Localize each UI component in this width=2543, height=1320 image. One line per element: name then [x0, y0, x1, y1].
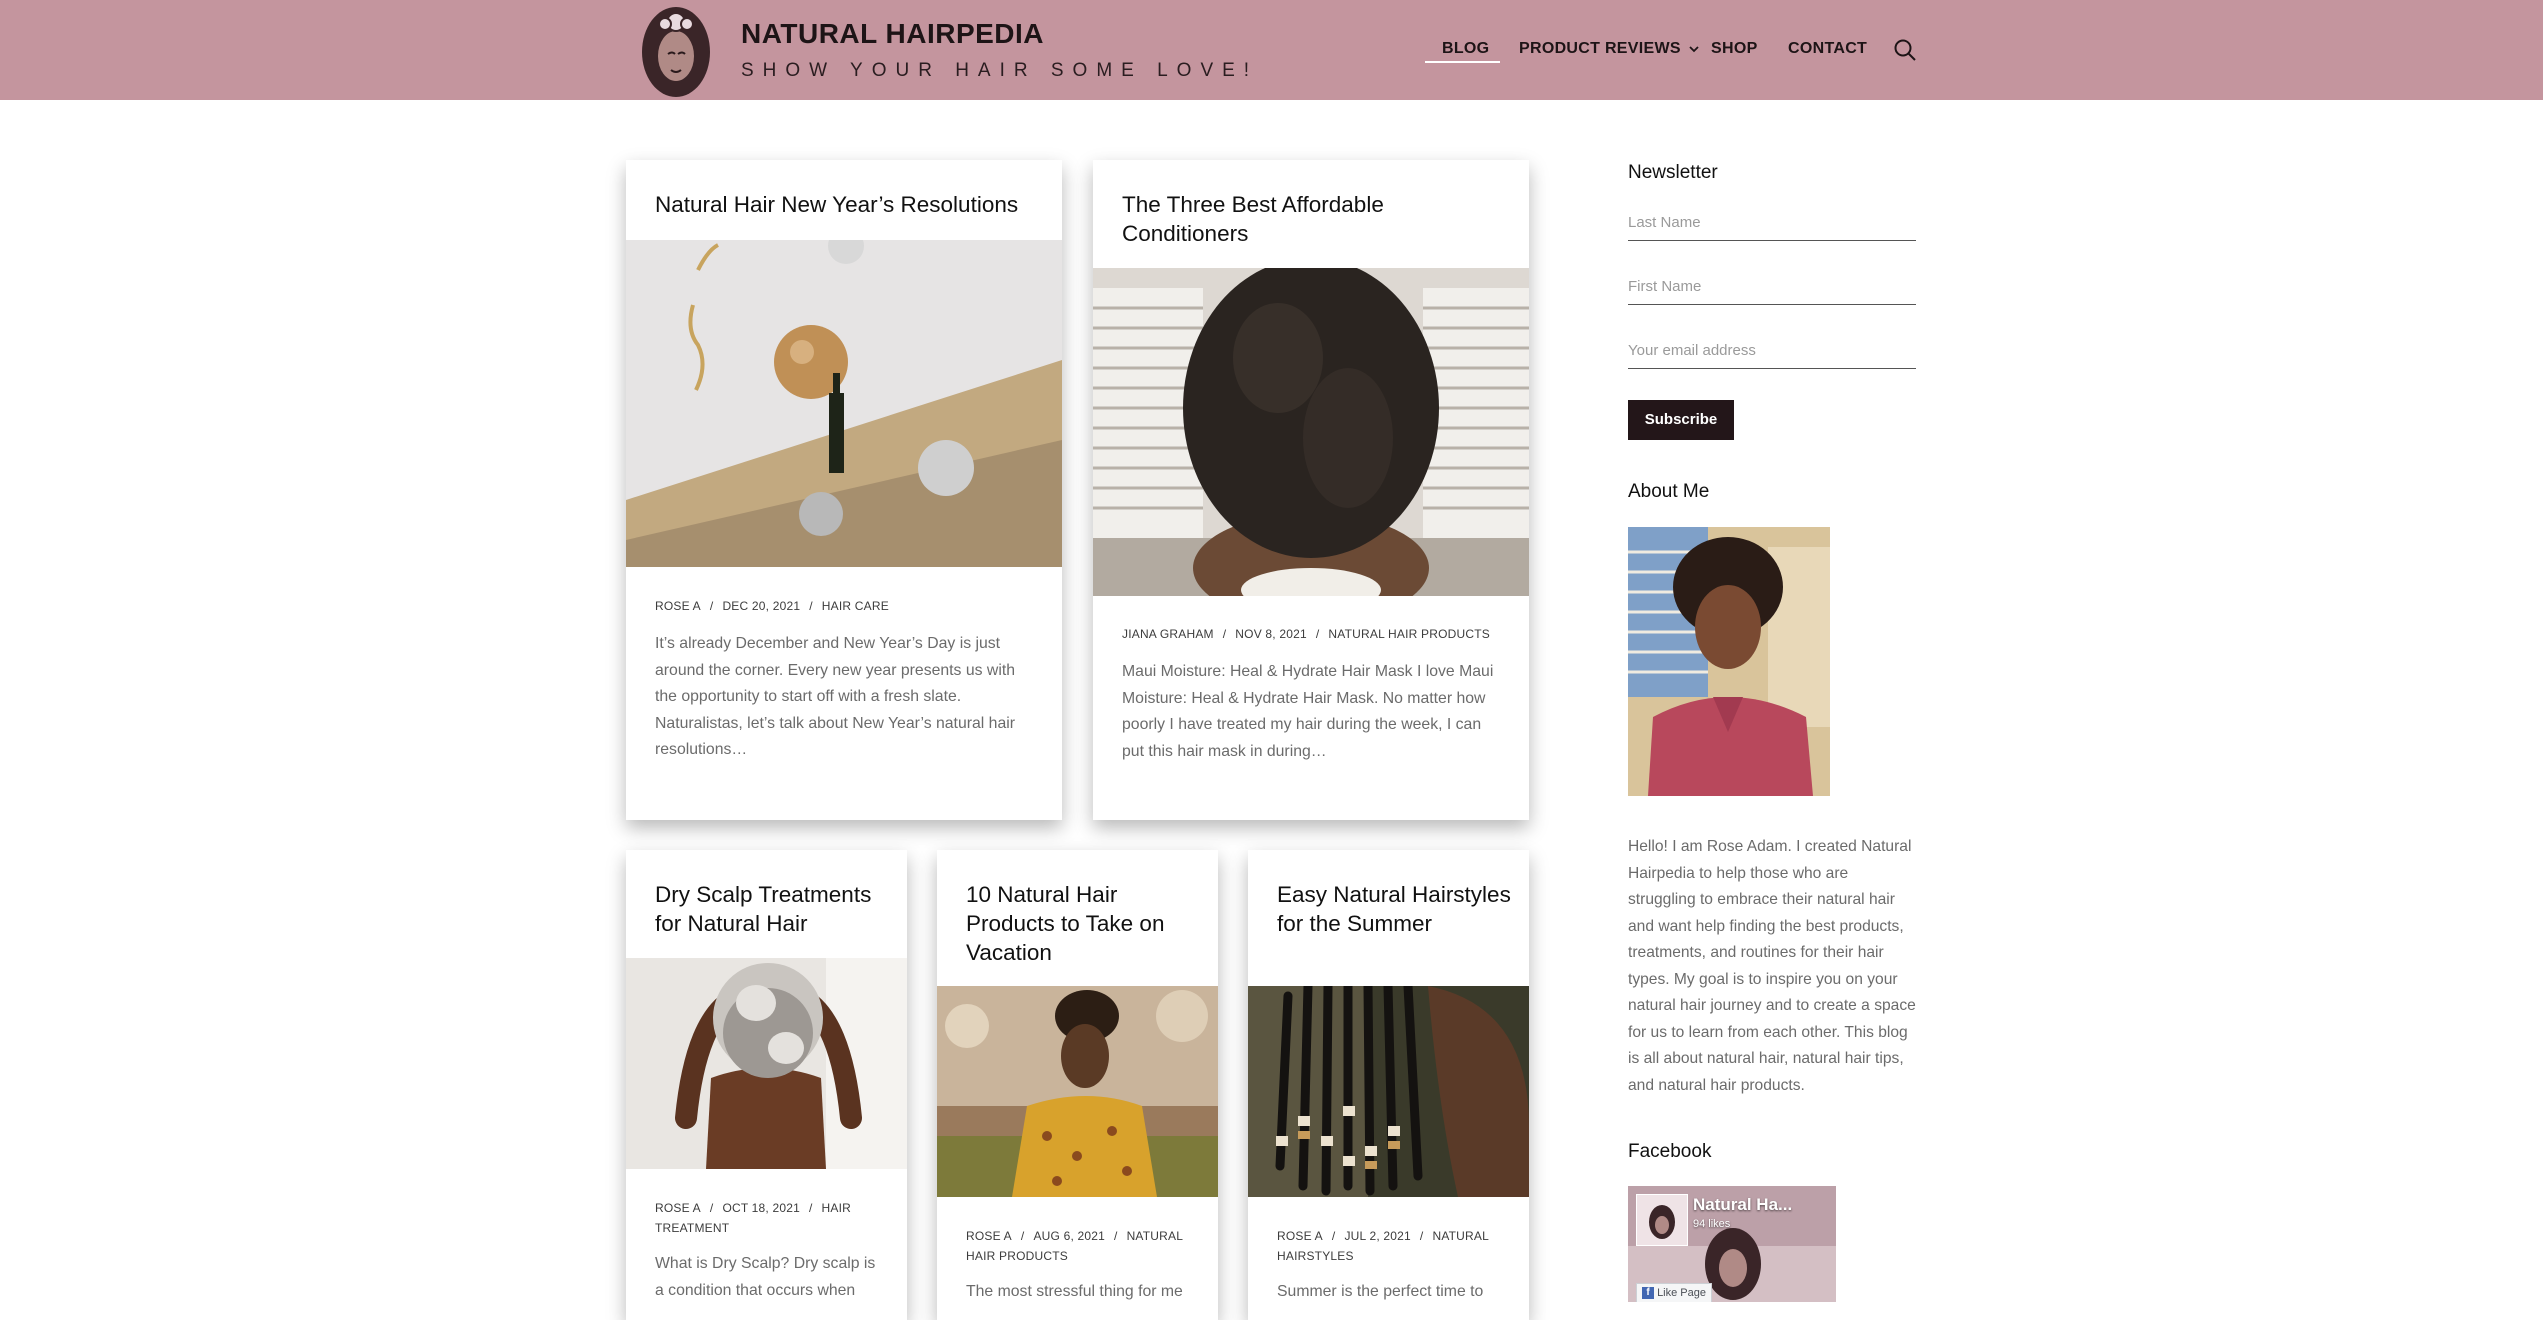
nav-contact[interactable]: CONTACT: [1788, 40, 1867, 58]
post-card[interactable]: 10 Natural Hair Products to Take on Vaca…: [937, 850, 1218, 1320]
chevron-down-icon: [1688, 46, 1699, 53]
post-author[interactable]: ROSE A: [655, 599, 701, 613]
site-tagline: SHOW YOUR HAIR SOME LOVE!: [741, 60, 1259, 81]
facebook-title: Facebook: [1628, 1141, 1712, 1162]
post-meta: ROSE A / DEC 20, 2021/HAIR CARE: [655, 599, 889, 613]
post-meta: ROSE A / OCT 18, 2021/HAIR TREATMENT: [655, 1201, 852, 1235]
post-card[interactable]: Natural Hair New Year’s Resolutions ROSE…: [626, 160, 1062, 820]
post-title[interactable]: 10 Natural Hair Products to Take on Vaca…: [966, 880, 1206, 967]
facebook-likes: 94 likes: [1693, 1218, 1731, 1230]
search-icon[interactable]: [1893, 38, 1917, 62]
site-logo[interactable]: [638, 2, 714, 98]
facebook-like-button[interactable]: f Like Page: [1636, 1283, 1712, 1302]
post-excerpt: What is Dry Scalp? Dry scalp is a condit…: [655, 1255, 876, 1299]
newsletter-title: Newsletter: [1628, 162, 1718, 183]
nav-shop[interactable]: SHOP: [1711, 40, 1758, 58]
post-date[interactable]: AUG 6, 2021: [1033, 1229, 1105, 1243]
post-category[interactable]: HAIR CARE: [822, 599, 889, 613]
post-excerpt: Maui Moisture: Heal & Hydrate Hair Mask …: [1122, 663, 1494, 760]
post-date[interactable]: DEC 20, 2021: [722, 599, 800, 613]
subscribe-button[interactable]: Subscribe: [1628, 400, 1734, 440]
email-placeholder: Your email address: [1628, 342, 1756, 359]
post-meta: ROSE A / JUL 2, 2021/NATURAL HAIRSTYLES: [1277, 1229, 1489, 1263]
site-title[interactable]: NATURAL HAIRPEDIA: [741, 18, 1044, 50]
post-image[interactable]: [626, 958, 907, 1169]
post-image[interactable]: [626, 240, 1062, 567]
post-card[interactable]: The Three Best Affordable Conditioners J…: [1093, 160, 1529, 820]
post-author[interactable]: ROSE A: [966, 1229, 1012, 1243]
post-title[interactable]: Dry Scalp Treatments for Natural Hair: [655, 880, 895, 938]
about-title: About Me: [1628, 481, 1710, 502]
post-title[interactable]: Natural Hair New Year’s Resolutions: [655, 190, 1045, 219]
post-author[interactable]: JIANA GRAHAM: [1122, 627, 1214, 641]
post-image[interactable]: [1248, 986, 1529, 1197]
post-author[interactable]: ROSE A: [655, 1201, 701, 1215]
post-excerpt: It’s already December and New Year’s Day…: [655, 635, 1016, 758]
about-photo: [1628, 527, 1830, 796]
about-text: Hello! I am Rose Adam. I created Natural…: [1628, 838, 1916, 1094]
post-card[interactable]: Dry Scalp Treatments for Natural Hair RO…: [626, 850, 907, 1320]
post-card[interactable]: Easy Natural Hairstyles for the Summer R…: [1248, 850, 1529, 1320]
facebook-page-widget[interactable]: Natural Ha... 94 likes f Like Page: [1628, 1186, 1836, 1302]
post-date[interactable]: JUL 2, 2021: [1344, 1229, 1410, 1243]
post-image[interactable]: [937, 986, 1218, 1197]
post-category[interactable]: NATURAL HAIR PRODUCTS: [1328, 627, 1490, 641]
nav-product-reviews[interactable]: PRODUCT REVIEWS: [1519, 40, 1699, 58]
post-title[interactable]: The Three Best Affordable Conditioners: [1122, 190, 1512, 248]
facebook-icon: f: [1642, 1287, 1654, 1300]
post-meta: JIANA GRAHAM / NOV 8, 2021/NATURAL HAIR PR…: [1122, 627, 1490, 641]
facebook-like-label: Like Page: [1657, 1287, 1706, 1299]
last-name-input[interactable]: Last Name: [1628, 212, 1916, 241]
post-image[interactable]: [1093, 268, 1529, 596]
post-date[interactable]: OCT 18, 2021: [722, 1201, 800, 1215]
facebook-page-logo: [1636, 1194, 1688, 1246]
post-meta: ROSE A / AUG 6, 2021/NATURAL HAIR PRODUCTS: [966, 1229, 1183, 1263]
post-date[interactable]: NOV 8, 2021: [1235, 627, 1307, 641]
nav-active-indicator: [1425, 61, 1500, 63]
site-header: NATURAL HAIRPEDIA SHOW YOUR HAIR SOME LO…: [0, 0, 2543, 100]
post-title[interactable]: Easy Natural Hairstyles for the Summer: [1277, 880, 1517, 938]
first-name-placeholder: First Name: [1628, 278, 1702, 295]
last-name-placeholder: Last Name: [1628, 214, 1701, 231]
nav-product-reviews-label: PRODUCT REVIEWS: [1519, 40, 1681, 57]
email-input[interactable]: Your email address: [1628, 340, 1916, 369]
first-name-input[interactable]: First Name: [1628, 276, 1916, 305]
nav-blog[interactable]: BLOG: [1442, 40, 1489, 58]
facebook-page-name[interactable]: Natural Ha...: [1693, 1195, 1792, 1215]
post-author[interactable]: ROSE A: [1277, 1229, 1323, 1243]
